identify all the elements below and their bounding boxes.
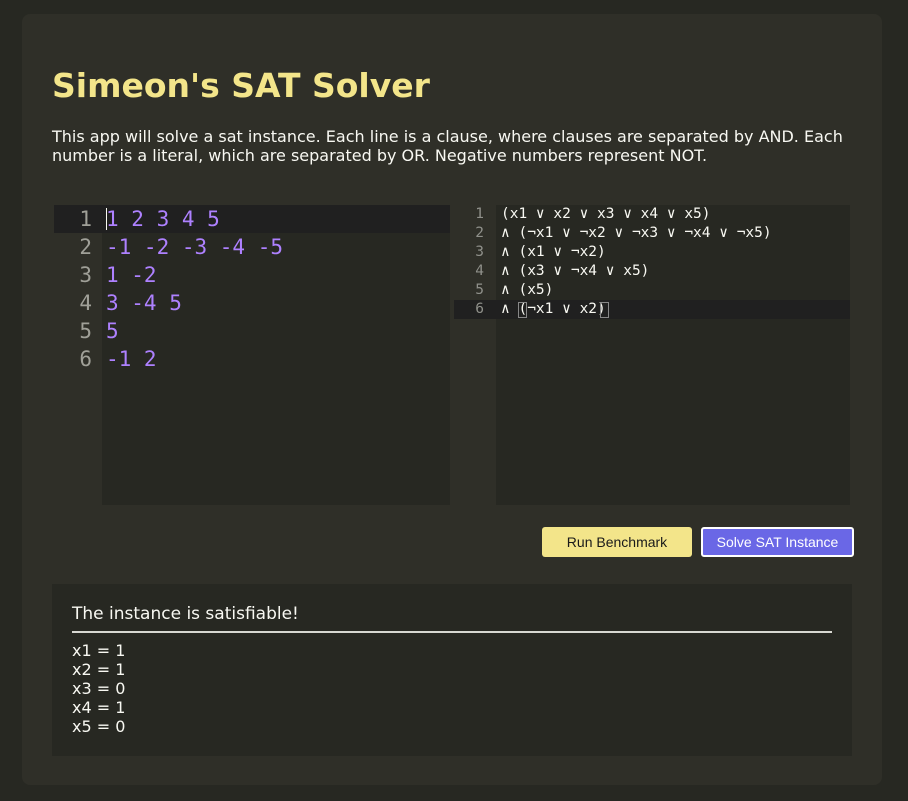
- clause-line[interactable]: 1 2 3 4 5: [106, 205, 220, 233]
- clause-line[interactable]: 1 -2: [106, 261, 157, 289]
- line-number: 5: [475, 282, 484, 298]
- line-number: 6: [79, 347, 92, 371]
- solve-sat-instance-button[interactable]: Solve SAT Instance: [701, 527, 854, 557]
- bracket-match-close: [600, 302, 609, 318]
- variable-assignment: x1 = 1: [72, 641, 126, 660]
- variable-assignment: x2 = 1: [72, 660, 126, 679]
- formula-line[interactable]: ∧ (¬x1 ∨ ¬x2 ∨ ¬x3 ∨ ¬x4 ∨ ¬x5): [501, 224, 772, 243]
- clause-line[interactable]: 3 -4 5: [106, 289, 182, 317]
- clause-line[interactable]: 5: [106, 317, 119, 345]
- line-number: 1: [79, 207, 92, 231]
- run-benchmark-button[interactable]: Run Benchmark: [542, 527, 692, 557]
- variable-assignment: x5 = 0: [72, 717, 126, 736]
- result-message: The instance is satisfiable!: [72, 604, 299, 624]
- line-number: 5: [79, 319, 92, 343]
- formula-line[interactable]: ∧ (x5): [501, 281, 553, 300]
- line-number: 4: [79, 291, 92, 315]
- clause-line[interactable]: -1 2: [106, 345, 157, 373]
- clause-line[interactable]: -1 -2 -3 -4 -5: [106, 233, 283, 261]
- formula-output-editor[interactable]: 1 2 3 4 5 6 (x1 ∨ x2 ∨ x3 ∨ x4 ∨ x5) ∧ (…: [454, 205, 850, 505]
- formula-line[interactable]: (x1 ∨ x2 ∨ x3 ∨ x4 ∨ x5): [501, 205, 711, 224]
- bracket-match-open: [518, 302, 527, 318]
- divider: [72, 631, 832, 633]
- line-number: 1: [475, 206, 484, 222]
- line-number: 3: [79, 263, 92, 287]
- line-number: 2: [475, 225, 484, 241]
- variable-assignment: x3 = 0: [72, 679, 126, 698]
- main-card: Simeon's SAT Solver This app will solve …: [22, 14, 882, 785]
- result-panel: The instance is satisfiable! x1 = 1 x2 =…: [52, 584, 852, 756]
- app-description: This app will solve a sat instance. Each…: [52, 127, 843, 165]
- formula-line[interactable]: ∧ (x1 ∨ ¬x2): [501, 243, 606, 262]
- line-number: 6: [475, 301, 484, 317]
- formula-line[interactable]: ∧ (¬x1 ∨ x2): [501, 300, 606, 319]
- line-number: 2: [79, 235, 92, 259]
- line-number: 4: [475, 263, 484, 279]
- page-title: Simeon's SAT Solver: [52, 66, 430, 105]
- formula-line[interactable]: ∧ (x3 ∨ ¬x4 ∨ x5): [501, 262, 649, 281]
- variable-assignment: x4 = 1: [72, 698, 126, 717]
- text-cursor: [106, 208, 107, 230]
- clause-input-editor[interactable]: 1 2 3 4 5 6 1 2 3 4 5 -1 -2 -3 -4 -5 1 -…: [54, 205, 450, 505]
- line-number: 3: [475, 244, 484, 260]
